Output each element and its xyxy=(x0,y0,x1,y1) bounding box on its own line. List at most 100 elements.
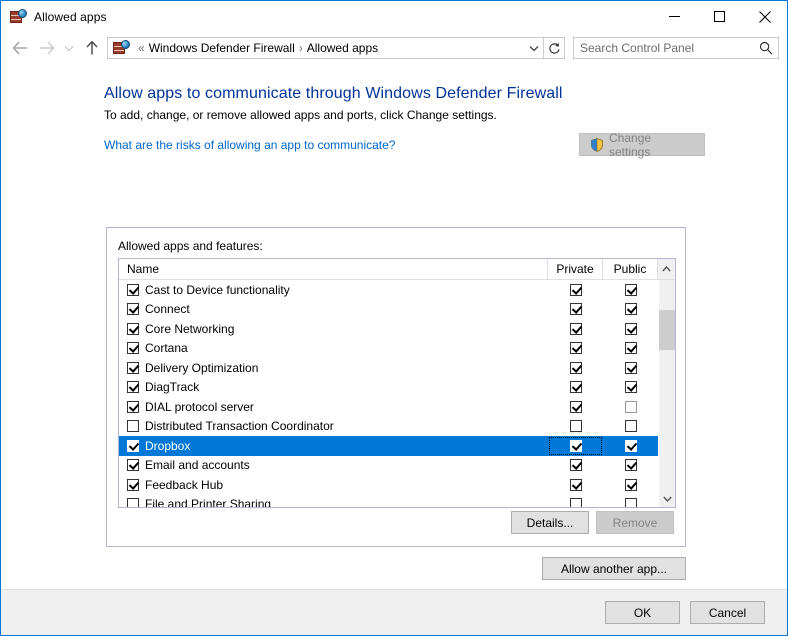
search-input[interactable] xyxy=(574,40,754,56)
row-name-cell[interactable]: Email and accounts xyxy=(119,458,548,472)
private-cell[interactable] xyxy=(548,475,603,495)
private-checkbox[interactable] xyxy=(569,361,582,374)
private-checkbox[interactable] xyxy=(569,342,582,355)
private-cell[interactable] xyxy=(548,300,603,320)
private-checkbox[interactable] xyxy=(569,439,582,452)
public-checkbox[interactable] xyxy=(624,498,637,507)
public-cell[interactable] xyxy=(603,358,658,378)
change-settings-button[interactable]: Change settings xyxy=(579,131,705,159)
private-checkbox[interactable] xyxy=(569,420,582,433)
private-checkbox[interactable] xyxy=(569,459,582,472)
row-name-cell[interactable]: Core Networking xyxy=(119,322,548,336)
enabled-checkbox[interactable] xyxy=(127,459,139,472)
private-cell[interactable] xyxy=(548,495,603,507)
scroll-down-arrow-icon[interactable] xyxy=(659,490,675,507)
public-checkbox[interactable] xyxy=(624,439,637,452)
refresh-icon[interactable] xyxy=(544,37,565,59)
allow-another-app-button[interactable]: Allow another app... xyxy=(542,557,686,580)
enabled-checkbox[interactable] xyxy=(127,322,139,335)
public-checkbox[interactable] xyxy=(624,478,637,491)
recent-locations-chevron-down-icon[interactable] xyxy=(59,35,79,61)
private-cell[interactable] xyxy=(548,339,603,359)
scroll-up-arrow-icon[interactable] xyxy=(658,259,675,279)
table-row[interactable]: File and Printer Sharing xyxy=(119,495,658,507)
table-row[interactable]: Delivery Optimization xyxy=(119,358,658,378)
private-cell[interactable] xyxy=(548,358,603,378)
public-checkbox[interactable] xyxy=(624,420,637,433)
table-row[interactable]: Dropbox xyxy=(119,436,658,456)
public-checkbox[interactable] xyxy=(624,322,637,335)
back-arrow-icon[interactable] xyxy=(7,35,33,61)
row-name-cell[interactable]: Delivery Optimization xyxy=(119,361,548,375)
row-name-cell[interactable]: Dropbox xyxy=(119,439,548,453)
list-body[interactable]: Cast to Device functionality Connect Core … xyxy=(119,280,658,507)
row-name-cell[interactable]: Feedback Hub xyxy=(119,478,548,492)
public-cell[interactable] xyxy=(603,339,658,359)
public-checkbox[interactable] xyxy=(624,361,637,374)
row-name-cell[interactable]: Distributed Transaction Coordinator xyxy=(119,419,548,433)
public-cell[interactable] xyxy=(603,280,658,300)
table-row[interactable]: Feedback Hub xyxy=(119,475,658,495)
cancel-button[interactable]: Cancel xyxy=(690,601,765,624)
public-cell[interactable] xyxy=(603,300,658,320)
public-checkbox[interactable] xyxy=(624,342,637,355)
row-name-cell[interactable]: File and Printer Sharing xyxy=(119,497,548,507)
table-row[interactable]: DIAL protocol server xyxy=(119,397,658,417)
public-checkbox[interactable] xyxy=(624,381,637,394)
breadcrumb-overflow[interactable]: « xyxy=(134,41,149,55)
public-cell[interactable] xyxy=(603,319,658,339)
minimize-button[interactable] xyxy=(652,1,697,32)
private-cell[interactable] xyxy=(548,378,603,398)
column-header-private[interactable]: Private xyxy=(548,259,603,279)
enabled-checkbox[interactable] xyxy=(127,400,139,413)
details-button[interactable]: Details... xyxy=(511,511,589,534)
address-chevron-down-icon[interactable] xyxy=(525,45,543,52)
public-cell[interactable] xyxy=(603,436,658,456)
private-cell[interactable] xyxy=(548,280,603,300)
public-cell[interactable] xyxy=(603,456,658,476)
public-cell[interactable] xyxy=(603,475,658,495)
public-checkbox[interactable] xyxy=(624,459,637,472)
table-row[interactable]: Core Networking xyxy=(119,319,658,339)
enabled-checkbox[interactable] xyxy=(127,420,139,433)
table-row[interactable]: Cortana xyxy=(119,339,658,359)
enabled-checkbox[interactable] xyxy=(127,283,139,296)
row-name-cell[interactable]: Cast to Device functionality xyxy=(119,283,548,297)
allowed-apps-list[interactable]: Name Private Public Cast to Device funct… xyxy=(118,258,676,508)
breadcrumb[interactable]: « Windows Defender Firewall › Allowed ap… xyxy=(107,37,544,59)
public-checkbox[interactable] xyxy=(624,303,637,316)
enabled-checkbox[interactable] xyxy=(127,303,139,316)
private-cell[interactable] xyxy=(548,456,603,476)
public-cell[interactable] xyxy=(603,378,658,398)
table-row[interactable]: Cast to Device functionality xyxy=(119,280,658,300)
private-cell[interactable] xyxy=(548,436,603,456)
public-cell[interactable] xyxy=(603,397,658,417)
enabled-checkbox[interactable] xyxy=(127,381,139,394)
row-name-cell[interactable]: Connect xyxy=(119,302,548,316)
maximize-button[interactable] xyxy=(697,1,742,32)
enabled-checkbox[interactable] xyxy=(127,439,139,452)
enabled-checkbox[interactable] xyxy=(127,498,139,507)
private-checkbox[interactable] xyxy=(569,303,582,316)
private-checkbox[interactable] xyxy=(569,478,582,491)
public-cell[interactable] xyxy=(603,495,658,507)
private-cell[interactable] xyxy=(548,397,603,417)
enabled-checkbox[interactable] xyxy=(127,342,139,355)
scrollbar-thumb[interactable] xyxy=(659,310,675,350)
column-header-name[interactable]: Name xyxy=(119,259,548,279)
enabled-checkbox[interactable] xyxy=(127,478,139,491)
public-checkbox[interactable] xyxy=(624,283,637,296)
ok-button[interactable]: OK xyxy=(605,601,680,624)
enabled-checkbox[interactable] xyxy=(127,361,139,374)
vertical-scrollbar[interactable] xyxy=(658,280,675,507)
private-checkbox[interactable] xyxy=(569,381,582,394)
public-cell[interactable] xyxy=(603,417,658,437)
table-row[interactable]: Distributed Transaction Coordinator xyxy=(119,417,658,437)
forward-arrow-icon[interactable] xyxy=(33,35,59,61)
table-row[interactable]: DiagTrack xyxy=(119,378,658,398)
breadcrumb-item-firewall[interactable]: Windows Defender Firewall xyxy=(149,41,295,55)
row-name-cell[interactable]: Cortana xyxy=(119,341,548,355)
breadcrumb-item-allowed-apps[interactable]: Allowed apps xyxy=(307,41,378,55)
remove-button[interactable]: Remove xyxy=(596,511,674,534)
private-checkbox[interactable] xyxy=(569,400,582,413)
